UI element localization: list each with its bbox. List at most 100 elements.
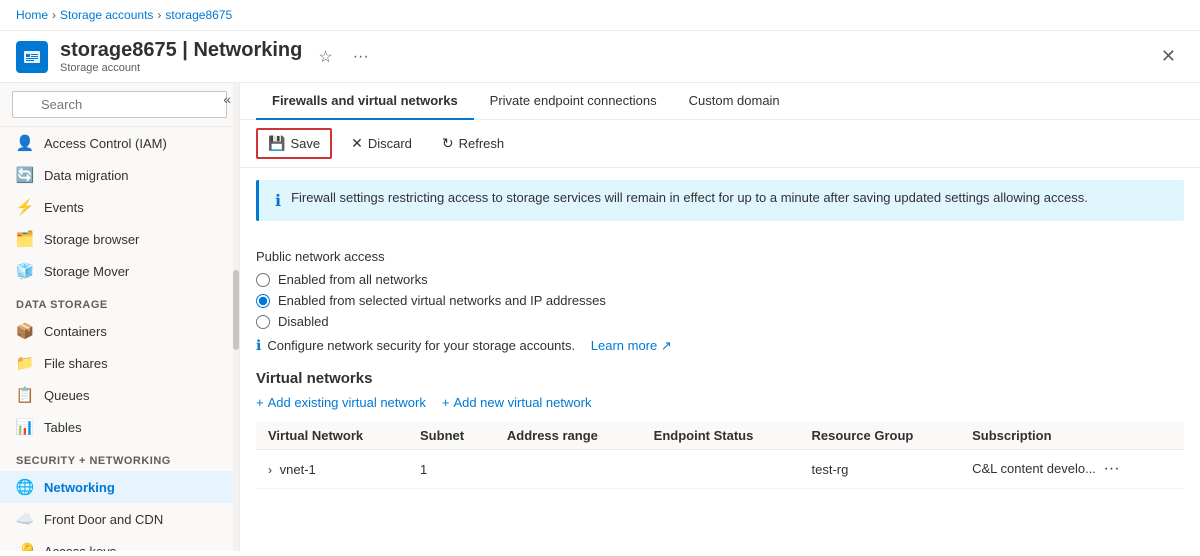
access-keys-icon: 🔑 xyxy=(16,542,34,551)
breadcrumb-home[interactable]: Home xyxy=(16,8,48,22)
col-subnet: Subnet xyxy=(408,422,495,450)
cell-address-range xyxy=(495,450,642,489)
sidebar-item-label: File shares xyxy=(44,356,108,371)
public-network-access-label: Public network access xyxy=(256,249,1184,264)
plus-icon-2: + xyxy=(442,395,450,410)
config-note-text: Configure network security for your stor… xyxy=(267,338,575,353)
breadcrumb-current: storage8675 xyxy=(165,8,232,22)
cell-resource-group: test-rg xyxy=(799,450,960,489)
containers-icon: 📦 xyxy=(16,322,34,340)
info-icon: ℹ xyxy=(275,191,281,211)
breadcrumb-storage-accounts[interactable]: Storage accounts xyxy=(60,8,153,22)
vnet-actions: + Add existing virtual network + Add new… xyxy=(256,395,1184,410)
add-new-vnet-button[interactable]: + Add new virtual network xyxy=(442,395,592,410)
favorite-button[interactable]: ☆ xyxy=(314,43,336,71)
page-title: storage8675 | Networking xyxy=(60,39,302,62)
sidebar-item-storage-mover[interactable]: 🧊 Storage Mover xyxy=(0,255,239,287)
col-endpoint-status: Endpoint Status xyxy=(642,422,800,450)
sidebar-item-storage-browser[interactable]: 🗂️ Storage browser xyxy=(0,223,239,255)
sidebar-search-area: 🔍 xyxy=(0,83,239,127)
page-header: storage8675 | Networking Storage account… xyxy=(0,31,1200,83)
radio-all-networks[interactable]: Enabled from all networks xyxy=(256,272,1184,287)
collapse-sidebar-button[interactable]: « xyxy=(223,91,231,107)
add-existing-vnet-button[interactable]: + Add existing virtual network xyxy=(256,395,426,410)
sidebar-scrollbar-thumb xyxy=(233,270,239,350)
cell-subnet: 1 xyxy=(408,450,495,489)
config-note: ℹ Configure network security for your st… xyxy=(256,337,1184,354)
sidebar-item-label: Access keys xyxy=(44,544,116,552)
sidebar-item-label: Storage browser xyxy=(44,232,139,247)
sidebar-item-data-migration[interactable]: 🔄 Data migration xyxy=(0,159,239,191)
vnet-table: Virtual Network Subnet Address range End… xyxy=(256,422,1184,489)
file-shares-icon: 📁 xyxy=(16,354,34,372)
sidebar-item-label: Queues xyxy=(44,388,90,403)
sidebar-item-label: Access Control (IAM) xyxy=(44,136,167,151)
refresh-button[interactable]: ↻ Refresh xyxy=(431,129,515,158)
col-address-range: Address range xyxy=(495,422,642,450)
sidebar: 🔍 « 👤 Access Control (IAM) 🔄 Data migrat… xyxy=(0,83,240,551)
cell-endpoint-status xyxy=(642,450,800,489)
discard-icon: ✕ xyxy=(351,135,363,152)
learn-more-link[interactable]: Learn more ↗ xyxy=(591,338,672,354)
page-subtitle: Storage account xyxy=(60,62,302,74)
search-input[interactable] xyxy=(12,91,227,118)
table-header-row: Virtual Network Subnet Address range End… xyxy=(256,422,1184,450)
info-banner: ℹ Firewall settings restricting access t… xyxy=(256,180,1184,221)
section-security-networking: Security + networking xyxy=(0,443,239,471)
front-door-icon: ☁️ xyxy=(16,510,34,528)
virtual-networks-title: Virtual networks xyxy=(256,370,1184,387)
tables-icon: 📊 xyxy=(16,418,34,436)
sidebar-item-label: Networking xyxy=(44,480,115,495)
info-banner-text: Firewall settings restricting access to … xyxy=(291,190,1088,205)
data-migration-icon: 🔄 xyxy=(16,166,34,184)
radio-selected-networks[interactable]: Enabled from selected virtual networks a… xyxy=(256,293,1184,308)
sidebar-item-networking[interactable]: 🌐 Networking xyxy=(0,471,239,503)
cell-virtual-network: › vnet-1 xyxy=(256,450,408,489)
tab-custom-domain[interactable]: Custom domain xyxy=(673,83,796,120)
save-icon: 💾 xyxy=(268,135,285,152)
tab-private-endpoints[interactable]: Private endpoint connections xyxy=(474,83,673,120)
sidebar-item-containers[interactable]: 📦 Containers xyxy=(0,315,239,347)
cell-subscription: C&L content develo... ··· xyxy=(960,450,1184,489)
more-button[interactable]: ··· xyxy=(349,44,373,70)
sidebar-item-queues[interactable]: 📋 Queues xyxy=(0,379,239,411)
sidebar-item-access-keys[interactable]: 🔑 Access keys xyxy=(0,535,239,551)
sidebar-item-access-control[interactable]: 👤 Access Control (IAM) xyxy=(0,127,239,159)
sidebar-item-label: Storage Mover xyxy=(44,264,129,279)
main-content: Firewalls and virtual networks Private e… xyxy=(240,83,1200,551)
tab-bar: Firewalls and virtual networks Private e… xyxy=(240,83,1200,120)
resource-icon xyxy=(16,41,48,73)
sidebar-item-events[interactable]: ⚡ Events xyxy=(0,191,239,223)
sidebar-item-front-door[interactable]: ☁️ Front Door and CDN xyxy=(0,503,239,535)
sidebar-item-label: Containers xyxy=(44,324,107,339)
discard-button[interactable]: ✕ Discard xyxy=(340,129,423,158)
sidebar-scrollbar-track xyxy=(233,83,239,551)
sidebar-item-label: Tables xyxy=(44,420,82,435)
layout: 🔍 « 👤 Access Control (IAM) 🔄 Data migrat… xyxy=(0,83,1200,551)
sidebar-item-tables[interactable]: 📊 Tables xyxy=(0,411,239,443)
radio-disabled-input[interactable] xyxy=(256,315,270,329)
col-resource-group: Resource Group xyxy=(799,422,960,450)
storage-browser-icon: 🗂️ xyxy=(16,230,34,248)
queues-icon: 📋 xyxy=(16,386,34,404)
toolbar: 💾 Save ✕ Discard ↻ Refresh xyxy=(240,120,1200,168)
firewall-content: Public network access Enabled from all n… xyxy=(240,233,1200,505)
radio-all-input[interactable] xyxy=(256,273,270,287)
expand-row-button[interactable]: › xyxy=(268,463,272,477)
events-icon: ⚡ xyxy=(16,198,34,216)
sidebar-item-label: Events xyxy=(44,200,84,215)
refresh-icon: ↻ xyxy=(442,135,454,152)
save-button[interactable]: 💾 Save xyxy=(256,128,332,159)
config-note-icon: ℹ xyxy=(256,337,261,354)
sidebar-item-file-shares[interactable]: 📁 File shares xyxy=(0,347,239,379)
close-button[interactable]: ✕ xyxy=(1153,42,1184,71)
sidebar-item-label: Data migration xyxy=(44,168,129,183)
radio-disabled[interactable]: Disabled xyxy=(256,314,1184,329)
table-row: › vnet-1 1 test-rg C&L content develo...… xyxy=(256,450,1184,489)
tab-firewalls[interactable]: Firewalls and virtual networks xyxy=(256,83,474,120)
col-virtual-network: Virtual Network xyxy=(256,422,408,450)
radio-selected-input[interactable] xyxy=(256,294,270,308)
row-more-button[interactable]: ··· xyxy=(1100,458,1124,480)
plus-icon: + xyxy=(256,395,264,410)
storage-mover-icon: 🧊 xyxy=(16,262,34,280)
